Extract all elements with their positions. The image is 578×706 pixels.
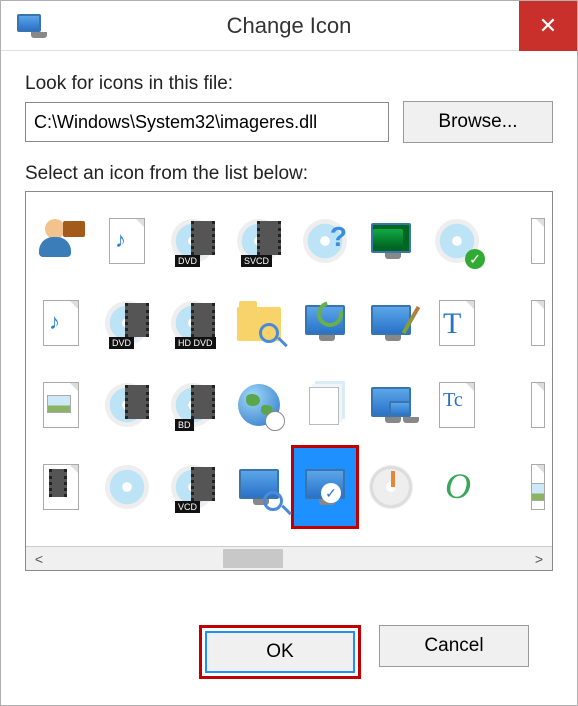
display-personalize-icon[interactable] [360,284,422,362]
scroll-thumb[interactable] [223,549,283,568]
close-icon: ✕ [539,13,557,39]
gauge-disc-icon[interactable] [360,448,422,526]
image-file-icon[interactable] [30,366,92,444]
system-monitor-activity-icon[interactable] [360,202,422,280]
scroll-left-arrow-icon[interactable]: < [26,547,52,570]
music-file-icon[interactable]: ♪ [96,202,158,280]
disc-help-icon[interactable]: ? [294,202,356,280]
titlebar-app-icon [15,10,47,42]
dvd-video-disc-icon[interactable]: DVD [162,202,224,280]
globe-time-icon[interactable] [228,366,290,444]
dialog-title: Change Icon [1,13,577,39]
browse-button[interactable]: Browse... [403,101,553,143]
monitor-search-icon[interactable] [228,448,290,526]
cancel-button[interactable]: Cancel [379,625,529,667]
hddvd-video-disc-icon[interactable]: HD DVD [162,284,224,362]
disc-plain-icon[interactable] [96,448,158,526]
scroll-track[interactable] [52,547,526,570]
folder-inspect-icon[interactable] [228,284,290,362]
display-resolution-icon[interactable] [360,366,422,444]
disc-check-icon[interactable]: ✓ [426,202,488,280]
titlebar: Change Icon ✕ [1,1,577,51]
ok-button[interactable]: OK [205,631,355,673]
refresh-monitor-icon[interactable] [294,284,356,362]
close-button[interactable]: ✕ [519,1,577,51]
documents-stack-icon[interactable] [294,366,356,444]
svcd-video-disc-icon[interactable]: SVCD [228,202,290,280]
horizontal-scrollbar[interactable]: < > [26,546,552,570]
path-label: Look for icons in this file: [25,73,553,95]
list-label: Select an icon from the list below: [25,163,553,185]
edge-info-icon[interactable] [492,366,552,444]
icon-path-input[interactable] [25,102,389,142]
video-file-icon[interactable] [30,448,92,526]
icon-list: ♪DVDSVCD?✓♪DVDHD DVDTBDTcVCD✓O < > [25,191,553,571]
dialog-body: Look for icons in this file: Browse... S… [1,51,577,705]
icon-grid: ♪DVDSVCD?✓♪DVDHD DVDTBDTcVCD✓O [26,192,552,546]
truetype-font-file-icon[interactable]: T [426,284,488,362]
font-collection-icon[interactable]: Tc [426,366,488,444]
edge-blank-icon[interactable] [492,202,552,280]
video-disc-icon[interactable] [96,366,158,444]
opera-icon[interactable]: O [426,448,488,526]
windows-experience-monitor-icon[interactable]: ✓ [294,448,356,526]
bd-video-disc-icon[interactable]: BD [162,366,224,444]
edge-picture-icon[interactable] [492,448,552,526]
dialog-footer: OK Cancel [25,625,553,705]
edge-blank-2-icon[interactable] [492,284,552,362]
vcd-video-disc-icon[interactable]: VCD [162,448,224,526]
audio-file-icon[interactable]: ♪ [30,284,92,362]
change-icon-dialog: Change Icon ✕ Look for icons in this fil… [0,0,578,706]
user-briefcase-icon[interactable] [30,202,92,280]
dvd-video-disc-alt-icon[interactable]: DVD [96,284,158,362]
ok-highlight: OK [199,625,361,679]
scroll-right-arrow-icon[interactable]: > [526,547,552,570]
